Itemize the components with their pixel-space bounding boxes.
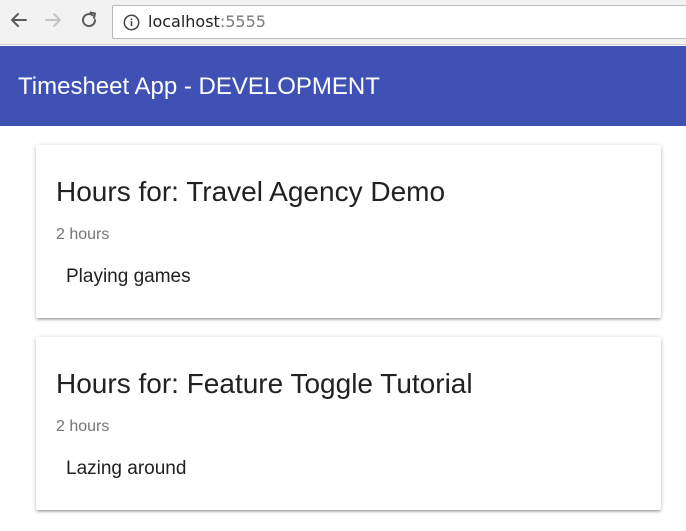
back-arrow-icon (9, 10, 29, 35)
reload-button[interactable] (76, 9, 102, 35)
card-title: Hours for: Feature Toggle Tutorial (56, 368, 473, 399)
back-button[interactable] (6, 9, 32, 35)
url-host: localhost (148, 12, 220, 31)
timesheet-card: Hours for: Travel Agency Demo 2 hours Pl… (36, 145, 661, 318)
url-port: :5555 (219, 12, 266, 31)
card-subtitle-hours: 2 hours (56, 418, 110, 435)
app-title: Timesheet App - DEVELOPMENT (18, 73, 380, 100)
timesheet-card: Hours for: Feature Toggle Tutorial 2 hou… (36, 337, 661, 510)
forward-arrow-icon (43, 10, 63, 35)
app-toolbar: Timesheet App - DEVELOPMENT (0, 46, 686, 126)
forward-button[interactable] (40, 9, 66, 35)
card-title: Hours for: Travel Agency Demo (56, 176, 446, 207)
browser-toolbar: localhost:5555 (0, 0, 686, 45)
card-description: Playing games (66, 266, 191, 287)
card-description: Lazing around (66, 458, 187, 479)
url-text[interactable]: localhost:5555 (148, 13, 266, 31)
reload-icon (79, 10, 99, 35)
info-icon[interactable] (122, 13, 140, 31)
address-bar[interactable]: localhost:5555 (112, 5, 686, 39)
card-subtitle-hours: 2 hours (56, 226, 110, 243)
